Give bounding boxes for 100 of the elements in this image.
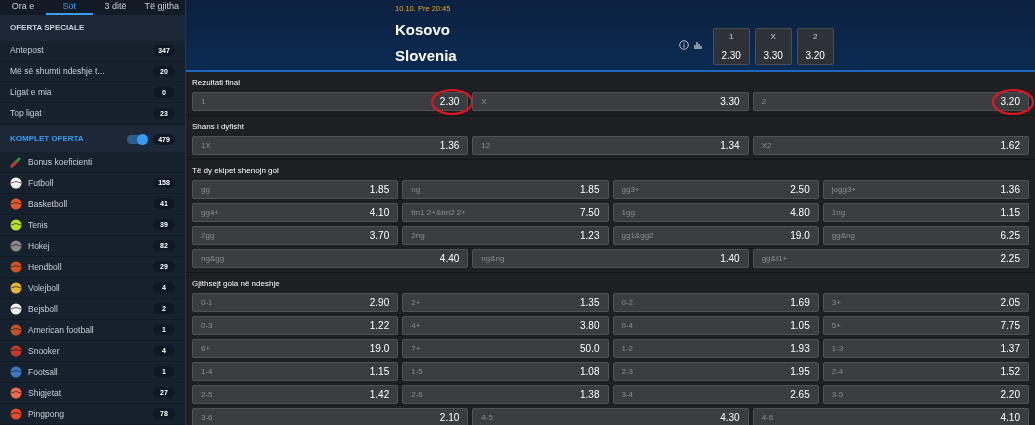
odds-button[interactable]: 0-4 1.05 [612,316,819,335]
odds-button[interactable]: gg&ng 6.25 [822,226,1029,245]
outcome-label: 6+ [201,342,211,355]
odds-button[interactable]: 1 2.30 [192,92,469,111]
odds-button[interactable]: 6+ 19.0 [192,339,399,358]
outcome-label: 2-4 [831,365,844,378]
item-label: Antepost [10,44,44,57]
outcome-label: jogg3+ [831,183,856,196]
odds-value: 1.37 [1000,342,1020,356]
odds-button[interactable]: 2-5 1.42 [192,385,399,404]
odds-button[interactable]: 0-1 2.90 [192,293,399,312]
odds-button[interactable]: 3-6 2.10 [192,408,469,425]
odds-button[interactable]: 7+ 50.0 [402,339,609,358]
odds-button[interactable]: 1-5 1.08 [402,362,609,381]
odds-button[interactable]: 2-6 1.38 [402,385,609,404]
odds-button[interactable]: jogg3+ 1.36 [822,180,1029,199]
odds-button[interactable]: 0-2 1.69 [612,293,819,312]
outcome-label: 12 [481,139,491,152]
odds-button[interactable]: 4-5 4.30 [472,408,749,425]
market-title: Shans i dyfisht [192,121,246,132]
odds-button[interactable]: 1ng 1.15 [822,203,1029,222]
outcome-label: 1 [201,95,206,108]
odds-button[interactable]: gg4+ 4.10 [192,203,399,222]
outcome-label: 1-3 [831,342,844,355]
odds-value: 3.20 [1000,95,1020,109]
odds-button[interactable]: 1-3 1.37 [822,339,1029,358]
odds-button[interactable]: 2ng 1.23 [402,226,609,245]
odds-button[interactable]: gg3+ 2.50 [612,180,819,199]
odds-button[interactable]: tm1 2+&tm2 2+ 7.50 [402,203,609,222]
odds-button[interactable]: 1-2 1.93 [612,339,819,358]
sport-label: Futboll [28,176,54,190]
odds-button[interactable]: 2 3.20 [752,92,1029,111]
team-name: Kosovo [395,21,451,39]
outcome-label: 2gg [201,229,215,242]
odds-button[interactable]: 4+ 3.80 [402,316,609,335]
outcome-label: 4-5 [481,411,493,424]
odds-button[interactable]: 4-6 4.10 [752,408,1029,425]
day-tab[interactable]: Ora e [0,0,47,15]
outcome-label: 2-5 [201,388,213,401]
odds-value: 2.65 [790,388,810,402]
outcome-label: gg3+ [621,183,640,196]
market-title: Rezultati final [192,77,242,88]
odds-button[interactable]: 2-4 1.52 [822,362,1029,381]
odds-value: 7.75 [1000,319,1020,333]
odds-button[interactable]: 2-3 1.95 [612,362,819,381]
info-icon[interactable] [678,40,689,50]
toggle-switch[interactable] [127,134,147,144]
odds-button[interactable]: X2 1.62 [752,136,1029,155]
odds-value: 2.30 [721,48,741,63]
day-tab[interactable]: 3 ditë [92,0,139,15]
odds-value: 50.0 [580,342,600,356]
odds-button[interactable]: gg1&gg2 19.0 [612,226,819,245]
odds-value: 1.38 [580,388,600,402]
ball-icon [10,303,22,315]
outcome-label: 1 [728,30,734,43]
odds-value: 4.80 [790,206,810,220]
odds-button[interactable]: ng&ng 1.40 [472,249,749,268]
odds-button[interactable]: X 3.30 [754,28,792,65]
odds-button[interactable]: 2+ 1.35 [402,293,609,312]
odds-value: 1.36 [1000,183,1020,197]
odds-value: 3.20 [805,48,825,63]
odds-button[interactable]: 2 3.20 [796,28,834,65]
ball-icon [10,198,22,210]
odds-button[interactable]: 2gg 3.70 [192,226,399,245]
odds-value: 3.30 [763,48,783,63]
odds-button[interactable]: 1 2.30 [712,28,750,65]
ball-icon [10,345,22,357]
odds-button[interactable]: ng&gg 4.40 [192,249,469,268]
outcome-label: gg4+ [201,206,220,219]
odds-button[interactable]: 5+ 7.75 [822,316,1029,335]
ball-icon [10,387,22,399]
odds-button[interactable]: 3-4 2.65 [612,385,819,404]
outcome-label: 0-3 [201,319,213,332]
odds-button[interactable]: 3-5 2.20 [822,385,1029,404]
odds-button[interactable]: gg&I1+ 2.25 [752,249,1029,268]
sport-item[interactable]: Bonus koeficienti [0,152,185,173]
odds-button[interactable]: 0-3 1.22 [192,316,399,335]
section-title: OFERTA SPECIALE [10,21,85,34]
day-tab[interactable]: Të gjitha [138,0,185,15]
odds-value: 3.80 [580,319,600,333]
outcome-label: 1-2 [621,342,634,355]
sport-label: Bejsboll [28,302,58,316]
odds-value: 1.69 [790,296,810,310]
odds-button[interactable]: 1gg 4.80 [612,203,819,222]
odds-value: 1.15 [1000,206,1020,220]
odds-button[interactable]: 3+ 2.05 [822,293,1029,312]
odds-value: 2.90 [369,296,390,310]
odds-button[interactable]: ng 1.85 [402,180,609,199]
sport-label: Pingpong [28,407,64,421]
outcome-label: 1X [201,139,211,152]
odds-value: 1.05 [790,319,810,333]
odds-button[interactable]: 1-4 1.15 [192,362,399,381]
odds-button[interactable]: gg 1.85 [192,180,399,199]
outcome-label: gg [201,183,210,196]
odds-button[interactable]: 12 1.34 [472,136,749,155]
stats-icon[interactable] [693,41,702,49]
odds-value: 1.40 [720,252,740,266]
odds-button[interactable]: 1X 1.36 [192,136,469,155]
odds-button[interactable]: X 3.30 [472,92,749,111]
odds-value: 1.22 [369,319,390,333]
